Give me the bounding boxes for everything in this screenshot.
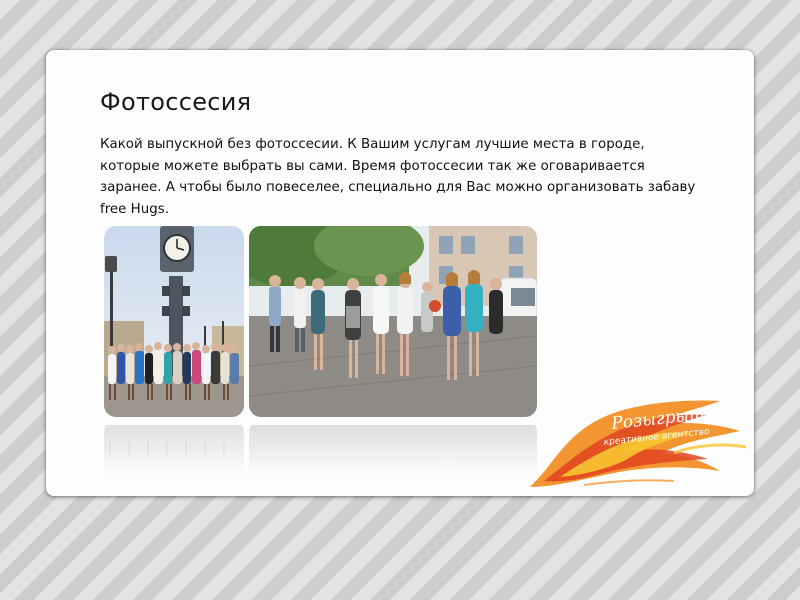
reflection-image-1 bbox=[104, 425, 244, 476]
photo-street-walk-image bbox=[249, 226, 537, 417]
brand-logo: Розыгрыш креативное агентство bbox=[524, 395, 752, 495]
reflection-image-2 bbox=[249, 425, 537, 476]
slide-title: Фотоссесия bbox=[100, 88, 252, 116]
brand-logo-image: Розыгрыш креативное агентство bbox=[530, 400, 747, 487]
photo-clock-tower bbox=[104, 226, 244, 417]
photo-street-walk-reflection bbox=[249, 420, 537, 476]
slide-description: Какой выпускной без фотоссесии. К Вашим … bbox=[100, 137, 696, 217]
photo-street-walk bbox=[249, 226, 537, 417]
slide-card: Фотоссесия Какой выпускной без фотоссеси… bbox=[46, 50, 754, 496]
photo-clock-tower-reflection bbox=[104, 420, 244, 476]
photo-clock-tower-image bbox=[104, 226, 244, 417]
